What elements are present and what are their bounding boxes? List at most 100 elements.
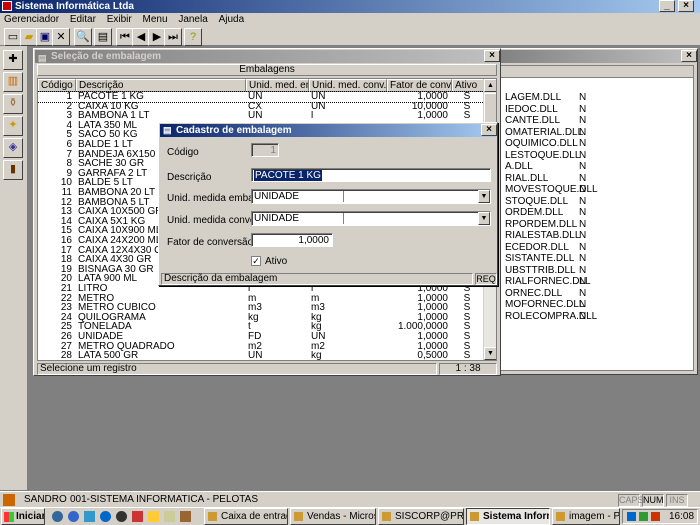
- minimize-button[interactable]: _: [659, 0, 675, 12]
- column-header[interactable]: Unid. med. conv.: [309, 79, 387, 92]
- close-button[interactable]: ×: [678, 0, 694, 12]
- print-icon[interactable]: ▤: [94, 28, 112, 46]
- back-window-close-button[interactable]: ×: [681, 50, 697, 62]
- table-row[interactable]: 24 QUILOGRAMA kg kg 1,0000 S: [38, 313, 484, 323]
- menu-bar: Gerenciador Editar Exibir Menu Janela Aj…: [0, 13, 700, 26]
- tray-icon-1[interactable]: [627, 512, 636, 521]
- codigo-field[interactable]: 1: [251, 143, 279, 157]
- list-item[interactable]: OQUIMICO.DLL N: [495, 138, 695, 149]
- ql-explorer-icon[interactable]: [100, 511, 111, 522]
- scroll-up-button[interactable]: ▲: [484, 79, 496, 92]
- close-icon[interactable]: ✕: [52, 28, 70, 46]
- descricao-field[interactable]: PACOTE 1 KG: [251, 168, 491, 182]
- module-icon-6[interactable]: ▮: [3, 160, 23, 180]
- conv-dropdown-button[interactable]: ▼: [478, 212, 490, 225]
- table-cell-emb: t: [248, 322, 251, 332]
- codigo-label: Código: [167, 147, 199, 158]
- list-item[interactable]: IEDOC.DLL N: [495, 104, 695, 115]
- list-item[interactable]: LAGEM.DLL N: [495, 92, 695, 103]
- list-item[interactable]: MOVESTOQUE.DLL N: [495, 184, 695, 195]
- list-item[interactable]: LESTOQUE.DLL N: [495, 150, 695, 161]
- list-item[interactable]: RIALFORNEC.DLL N: [495, 276, 695, 287]
- column-header[interactable]: Ativo: [452, 79, 484, 92]
- module-icon-4[interactable]: ✦: [3, 116, 23, 136]
- column-header[interactable]: Código: [38, 79, 76, 92]
- tray-icon-2[interactable]: [639, 512, 648, 521]
- start-button[interactable]: Iniciar: [1, 508, 45, 525]
- menu-janela[interactable]: Janela: [174, 13, 211, 26]
- taskbar-task[interactable]: Vendas - Microsof...: [290, 508, 376, 525]
- taskbar-task[interactable]: SISCORP@PRD/...: [378, 508, 464, 525]
- ql-desktop-icon[interactable]: [84, 511, 95, 522]
- table-row[interactable]: 26 UNIDADE FD UN 1,0000 S: [38, 332, 484, 342]
- table-cell-descricao: METRO CÚBICO: [78, 303, 156, 313]
- ql-ie-icon[interactable]: [52, 511, 63, 522]
- back-window-header: [495, 66, 693, 78]
- table-row[interactable]: 28 LATA 500 GR UN kg 0,5000 S: [38, 351, 484, 360]
- table-row[interactable]: 3 BAMBONA 1 LT UN l 1,0000 S: [38, 111, 484, 121]
- dialog-icon: ▤: [163, 125, 172, 135]
- descricao-label: Descrição: [167, 172, 212, 183]
- list-item[interactable]: MOFORNEC.DLL N: [495, 299, 695, 310]
- list-item[interactable]: SISTANTE.DLL N: [495, 253, 695, 264]
- tray-icon-3[interactable]: [651, 512, 660, 521]
- list-item[interactable]: ORNEC.DLL N: [495, 288, 695, 299]
- table-row[interactable]: 25 TONELADA t kg 1.000,0000 S: [38, 322, 484, 332]
- emb-dropdown-button[interactable]: ▼: [478, 190, 490, 203]
- list-item[interactable]: STOQUE.DLL N: [495, 196, 695, 207]
- list-item[interactable]: RIAL.DLL N: [495, 173, 695, 184]
- menu-menu[interactable]: Menu: [139, 13, 172, 26]
- task-icon: [382, 512, 391, 521]
- emb-select[interactable]: UNIDADE ▼: [251, 189, 491, 204]
- list-item[interactable]: A.DLL N: [495, 161, 695, 172]
- table-row[interactable]: 22 METRO m m 1,0000 S: [38, 294, 484, 304]
- list-item[interactable]: ORDEM.DLL N: [495, 207, 695, 218]
- taskbar-task[interactable]: Sistema Inform...: [466, 508, 550, 525]
- table-row[interactable]: 1 PACOTE 1 KG UN UN 1,0000 S: [38, 91, 485, 103]
- menu-ajuda[interactable]: Ajuda: [215, 13, 249, 26]
- taskbar-task[interactable]: Caixa de entrada...: [204, 508, 288, 525]
- list-item[interactable]: ECEDOR.DLL N: [495, 242, 695, 253]
- ql-tool-icon[interactable]: [180, 511, 191, 522]
- list-item[interactable]: OMATERIAL.DLL N: [495, 127, 695, 138]
- column-header[interactable]: Unid. med. emb.: [246, 79, 309, 92]
- module-icon-2[interactable]: ▥: [3, 72, 23, 92]
- list-item[interactable]: RIALESTAB.DLL N: [495, 230, 695, 241]
- fator-field[interactable]: 1,0000: [251, 233, 333, 247]
- last-icon[interactable]: ⏭: [164, 28, 182, 46]
- embalagem-window-close-button[interactable]: ×: [484, 50, 500, 62]
- ql-app-icon[interactable]: [132, 511, 143, 522]
- search-icon[interactable]: 🔍: [74, 28, 92, 46]
- column-header[interactable]: Fator de conversão: [387, 79, 452, 92]
- cadastro-dialog-close-button[interactable]: ×: [481, 124, 497, 136]
- list-item[interactable]: UBSTTRIB.DLL N: [495, 265, 695, 276]
- menu-gerenciador[interactable]: Gerenciador: [0, 13, 63, 26]
- fator-label: Fator de conversão: [167, 237, 254, 248]
- scroll-down-button[interactable]: ▼: [484, 347, 496, 360]
- ql-outlook-icon[interactable]: [68, 511, 79, 522]
- ql-media-icon[interactable]: [116, 511, 127, 522]
- module-icon-3[interactable]: ⚱: [3, 94, 23, 114]
- table-row[interactable]: 23 METRO CÚBICO m3 m3 1,0000 S: [38, 303, 484, 313]
- taskbar-task[interactable]: imagem - Paint: [552, 508, 620, 525]
- column-header[interactable]: Descrição: [76, 79, 246, 92]
- table-cell-descricao: CAIXA 10 KG: [78, 101, 139, 112]
- list-item-name: LESTOQUE.DLL: [505, 149, 581, 161]
- table-row[interactable]: 27 METRO QUADRADO m2 m2 1,0000 S: [38, 342, 484, 352]
- list-item-name: MOFORNEC.DLL: [505, 299, 585, 310]
- app-statusbar: SANDRO 001-SISTEMA INFORMATICA - PELOTAS…: [0, 491, 700, 508]
- table-row[interactable]: 2 CAIXA 10 KG CX UN 10,0000 S: [38, 102, 484, 112]
- list-item[interactable]: CANTE.DLL N: [495, 115, 695, 126]
- ql-folder-icon[interactable]: [164, 511, 175, 522]
- menu-editar[interactable]: Editar: [66, 13, 100, 26]
- menu-exibir[interactable]: Exibir: [103, 13, 136, 26]
- help-icon[interactable]: ?: [184, 28, 202, 46]
- list-item[interactable]: ROLECOMPRA.DLL N: [495, 311, 695, 322]
- ativo-label[interactable]: Ativo: [265, 256, 287, 267]
- module-icon-1[interactable]: ✚: [3, 50, 23, 70]
- list-item[interactable]: RPORDEM.DLL N: [495, 219, 695, 230]
- ativo-checkbox[interactable]: ✓: [251, 256, 261, 266]
- module-icon-5[interactable]: ◈: [3, 138, 23, 158]
- ql-mail-icon[interactable]: [148, 511, 159, 522]
- conv-select[interactable]: UNIDADE ▼: [251, 211, 491, 226]
